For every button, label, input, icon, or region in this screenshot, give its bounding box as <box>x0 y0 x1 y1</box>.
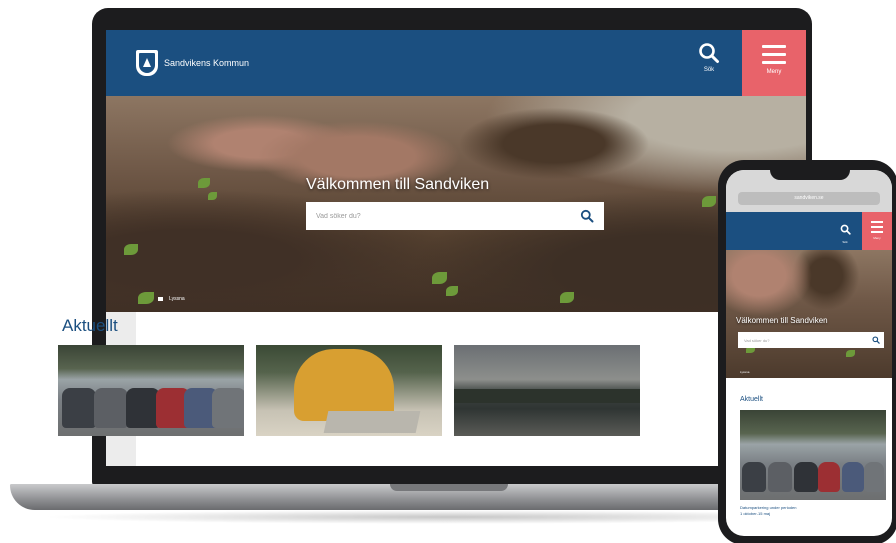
sprout-leaf <box>432 272 447 284</box>
car-image <box>818 462 840 492</box>
sprout-leaf <box>198 178 210 188</box>
listen-button[interactable]: Lyssna <box>158 296 185 302</box>
url-field[interactable]: sandviken.se <box>738 192 880 205</box>
search-button[interactable]: Sök <box>694 42 724 86</box>
mobile-news-card-parking[interactable] <box>740 410 886 500</box>
sprout-leaf <box>208 192 217 200</box>
phone-notch <box>770 166 850 180</box>
menu-label: Meny <box>766 69 782 75</box>
mobile-hero-image <box>726 250 892 378</box>
laptop-image <box>323 411 421 433</box>
laptop-hinge-notch <box>390 484 508 491</box>
sprout-leaf <box>124 244 138 255</box>
hamburger-icon <box>762 45 786 64</box>
car-image <box>126 388 160 428</box>
menu-button[interactable]: Meny <box>742 30 806 96</box>
mobile-news-card-date: 1 oktober-15 maj <box>740 511 771 516</box>
search-icon <box>699 43 719 63</box>
sprout-leaf <box>846 350 855 357</box>
site-header: Sandvikens Kommun Sök Meny <box>106 30 806 96</box>
brand-name[interactable]: Sandvikens Kommun <box>164 58 249 68</box>
hamburger-icon <box>871 221 883 233</box>
sprout-leaf <box>446 286 458 296</box>
car-image <box>62 388 96 428</box>
shoreline-image <box>454 389 640 403</box>
mobile-brand-name[interactable]: Sandvikens Kommun <box>25 57 63 62</box>
car-image <box>94 388 128 428</box>
sprout-leaf <box>560 292 574 303</box>
car-image <box>842 462 864 492</box>
sprout-leaf <box>138 292 154 304</box>
car-image <box>212 388 244 428</box>
car-image <box>742 462 766 492</box>
speaker-icon <box>158 296 163 301</box>
mobile-menu-label: Meny <box>873 236 881 240</box>
mobile-hero-title: Välkommen till Sandviken <box>736 316 828 325</box>
news-card-laptop[interactable] <box>256 345 442 436</box>
car-image <box>864 462 884 492</box>
crest-icon[interactable] <box>136 50 158 76</box>
search-icon <box>840 224 851 235</box>
mobile-listen-button[interactable]: Lyssna <box>740 370 749 374</box>
mobile-hero-search-input[interactable] <box>738 332 884 348</box>
news-card-lake[interactable] <box>454 345 640 436</box>
listen-label: Lyssna <box>169 296 185 302</box>
mobile-news-card-title[interactable]: Datumparkering under perioden <box>740 505 880 510</box>
hero-search-input[interactable] <box>306 202 604 230</box>
mobile-menu-button[interactable]: Meny <box>862 212 892 250</box>
car-image <box>768 462 792 492</box>
sprout-leaf <box>702 196 716 207</box>
car-image <box>794 462 818 492</box>
search-label: Sök <box>703 67 715 73</box>
crest-icon[interactable] <box>12 52 22 66</box>
mobile-search-label: Sök <box>842 240 848 244</box>
search-icon[interactable] <box>580 209 594 223</box>
hero-title: Välkommen till Sandviken <box>306 176 490 193</box>
news-heading: Aktuellt <box>62 316 118 335</box>
news-card-parking[interactable] <box>58 345 244 436</box>
search-icon[interactable] <box>872 336 880 344</box>
mobile-search-button[interactable]: Sök <box>838 222 852 244</box>
mobile-news-heading: Aktuellt <box>740 396 763 403</box>
